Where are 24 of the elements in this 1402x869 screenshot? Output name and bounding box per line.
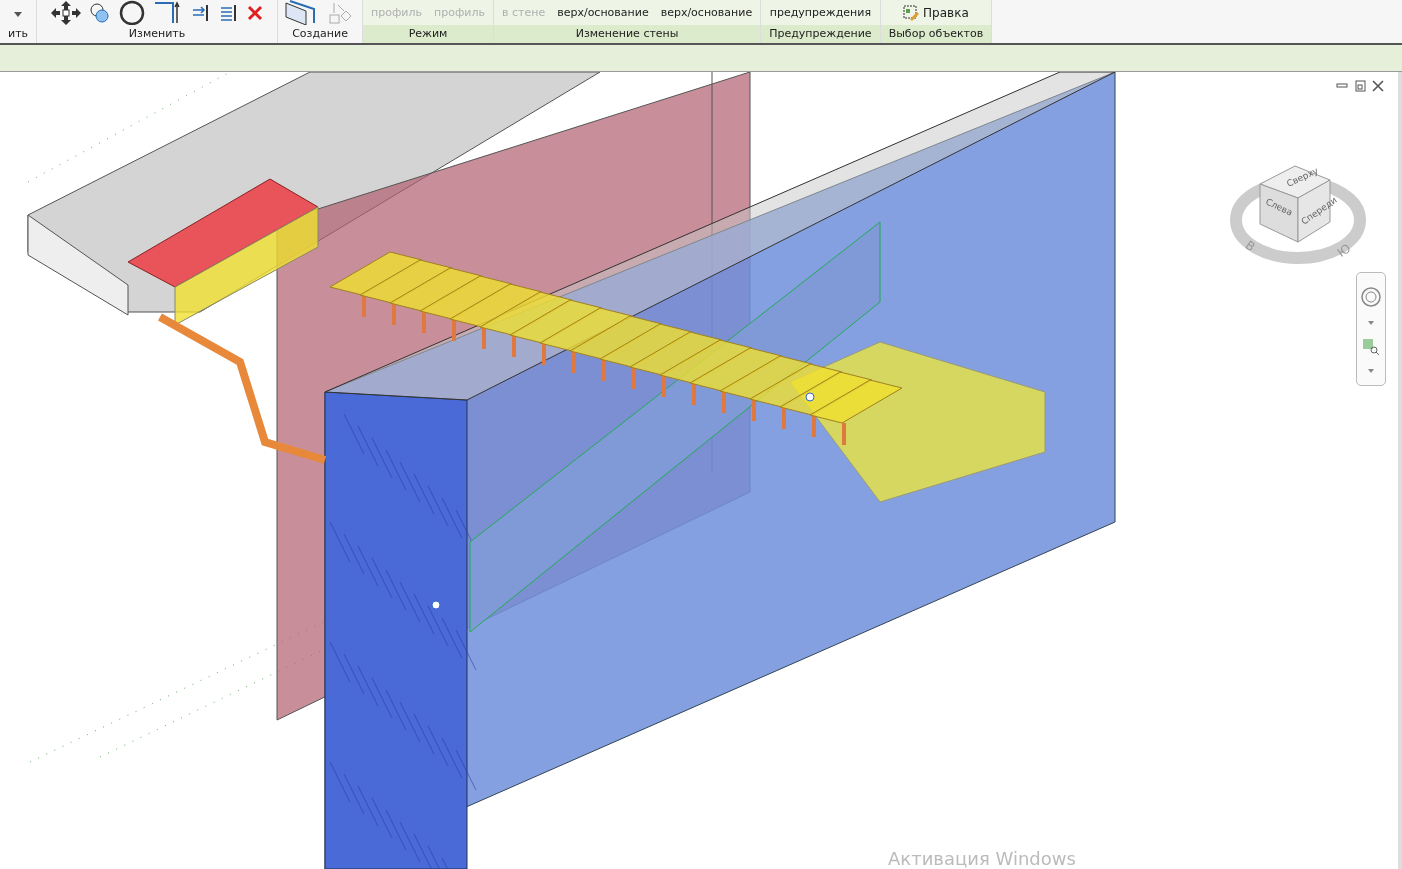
panel-title: ить [7, 26, 30, 42]
circle-icon[interactable] [119, 0, 146, 25]
close-icon[interactable] [1372, 80, 1384, 92]
ribbon-button[interactable]: предупреждения [767, 6, 873, 19]
ribbon-button[interactable]: верх/основание [555, 6, 651, 19]
panel-title: Выбор объектов [880, 25, 992, 43]
move-icon[interactable] [51, 0, 82, 25]
panel-title: Предупреждение [761, 25, 880, 43]
ribbon-button[interactable]: верх/основание [658, 6, 755, 19]
panel-title: Режим [363, 25, 493, 43]
edit-button[interactable]: Правка [901, 4, 971, 21]
minimize-icon[interactable] [1336, 80, 1348, 90]
copy-icon[interactable] [89, 1, 112, 24]
activation-watermark: Активация Windows [888, 848, 1076, 869]
zoom-icon[interactable] [1362, 337, 1380, 356]
delete-icon[interactable] [247, 4, 264, 21]
edit-selection-icon [903, 4, 920, 21]
caret-icon[interactable] [1368, 368, 1374, 373]
panel-title: Изменить [127, 26, 187, 42]
caret-icon[interactable] [1368, 320, 1374, 325]
restore-icon[interactable] [1354, 80, 1366, 92]
panel-title: Изменение стены [494, 25, 761, 43]
steering-wheel-icon[interactable] [1360, 285, 1382, 308]
panel-title: Создание [291, 26, 349, 42]
